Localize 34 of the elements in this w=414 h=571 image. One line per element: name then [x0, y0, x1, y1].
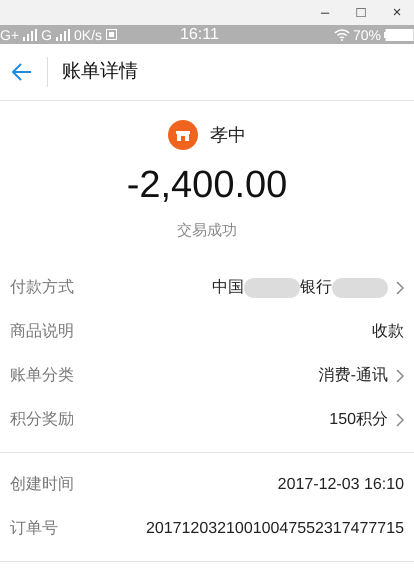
row-label: 创建时间: [10, 474, 74, 495]
signal-icon: [56, 28, 70, 40]
window-control-button[interactable]: –: [318, 5, 332, 20]
battery-percent: 70%: [352, 28, 381, 42]
page-title: 账单详情: [62, 60, 138, 84]
battery-icon: [384, 28, 414, 40]
window-control-button[interactable]: □: [354, 5, 368, 20]
clock: 16:11: [180, 26, 219, 42]
window-control-button[interactable]: ×: [390, 5, 404, 20]
amount: -2,400.00: [126, 163, 288, 208]
row-label: 积分奖励: [10, 410, 74, 430]
row-value: 消费-通讯: [318, 366, 388, 386]
row-label: 账单分类: [10, 366, 74, 386]
row-label: 付款方式: [10, 278, 74, 298]
row-value: 收款: [372, 322, 404, 342]
row-value: 2017-12-03 16:10: [278, 475, 404, 495]
row-label: 订单号: [10, 519, 58, 539]
sim-icon: [106, 29, 117, 40]
row-label: 商品说明: [10, 322, 74, 342]
back-arrow-icon: [12, 63, 32, 81]
merchant-name: 孝中: [210, 124, 246, 146]
row-value: 中国: [212, 278, 244, 298]
row-value: 20171203210010047552317477715: [146, 519, 404, 539]
network-label: G: [41, 28, 52, 42]
wifi-icon: [334, 28, 350, 40]
row-value: 银行: [300, 278, 332, 298]
network-label: G+: [0, 28, 20, 42]
transaction-status: 交易成功: [177, 220, 237, 240]
network-speed: 0K/s: [74, 28, 102, 42]
shop-icon: [168, 120, 198, 150]
blurred-redaction: [332, 278, 388, 298]
signal-icon: [23, 28, 38, 40]
blurred-redaction: [244, 278, 300, 298]
row-value: 150积分: [329, 410, 388, 430]
